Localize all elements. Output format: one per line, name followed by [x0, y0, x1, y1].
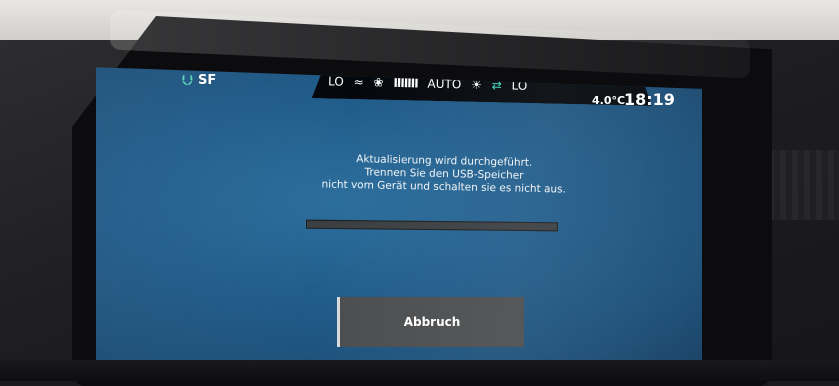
fan-icon: ❀	[373, 75, 383, 89]
update-progress-bar	[306, 220, 558, 232]
usb-icon: ⮋	[182, 71, 193, 89]
update-message: Aktualisierung wird durchgeführt. Trenne…	[314, 152, 575, 196]
cancel-button[interactable]: Abbruch	[337, 297, 524, 347]
clock: 18:19	[624, 90, 675, 109]
source-label: SF	[198, 73, 216, 88]
fan-left-level: LO	[328, 74, 344, 88]
outside-temperature: 4.0°C	[592, 94, 625, 107]
dashboard-lower-trim	[0, 360, 839, 381]
infotainment-screen: ⮋ SF LO ≈ ❀ IIIIIII AUTO ☀ ⇄ LO 4.0°C 18…	[96, 61, 702, 371]
airflow-icon: ≈	[353, 75, 363, 89]
